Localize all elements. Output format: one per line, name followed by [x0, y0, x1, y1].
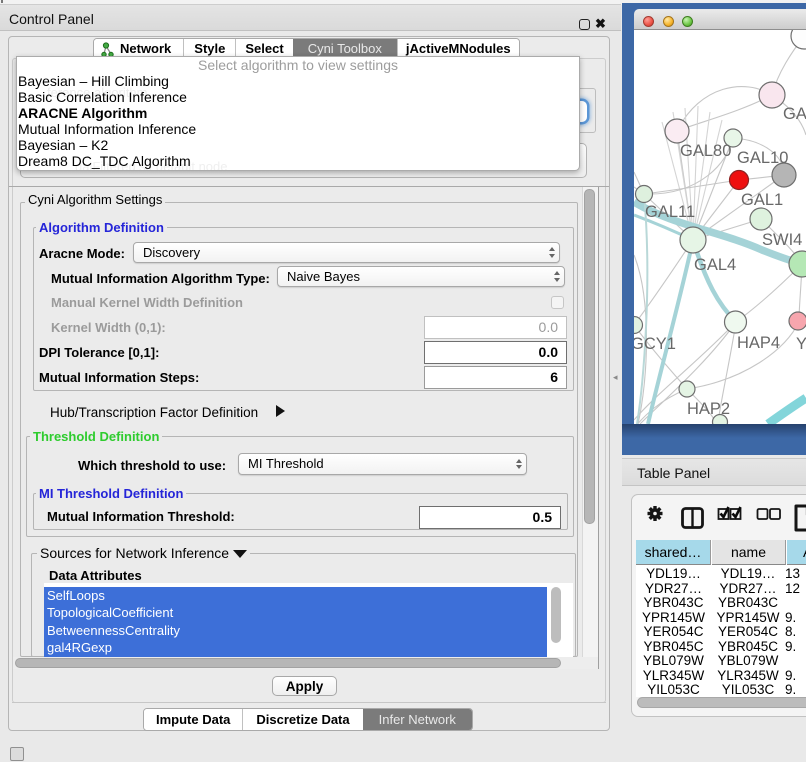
svg-text:HAP4: HAP4: [737, 334, 780, 352]
svg-text:SWI4: SWI4: [762, 231, 802, 249]
svg-text:GCY1: GCY1: [634, 335, 676, 353]
svg-text:GAL80: GAL80: [680, 142, 731, 160]
svg-text:GAL10: GAL10: [737, 149, 788, 167]
svg-text:Y: Y: [796, 335, 806, 353]
svg-text:GAL11: GAL11: [645, 203, 695, 221]
svg-text:GAL: GAL: [783, 105, 806, 123]
svg-text:GAL1: GAL1: [741, 191, 783, 209]
svg-text:GAL4: GAL4: [694, 256, 736, 274]
svg-text:HAP2: HAP2: [687, 400, 730, 418]
